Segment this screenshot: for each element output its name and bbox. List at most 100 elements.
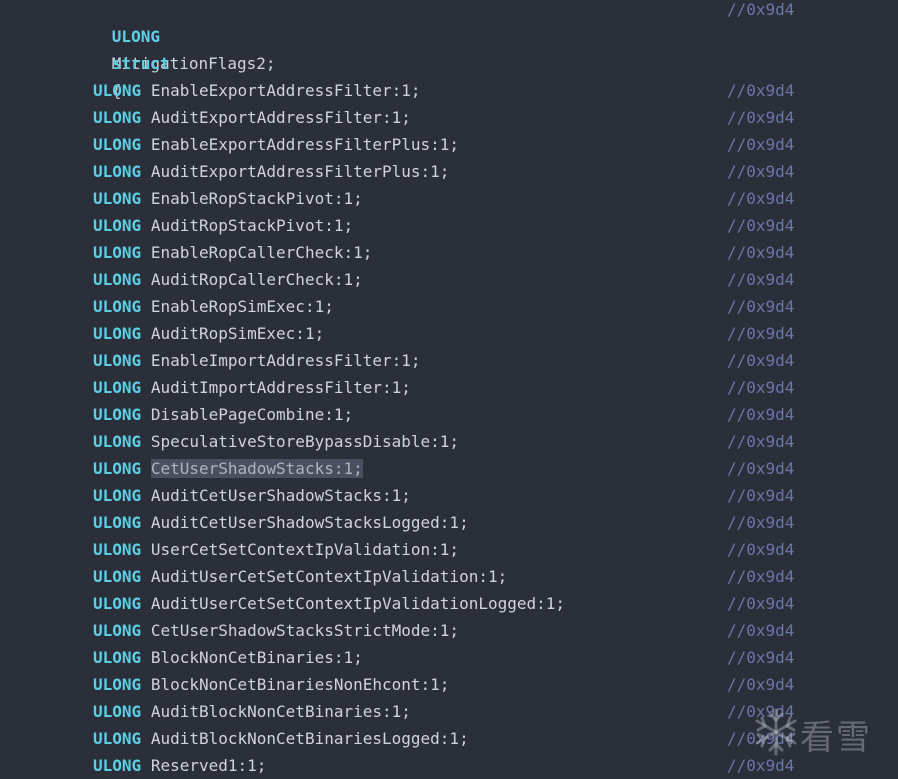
code-line-struct[interactable]: struct <box>0 23 898 73</box>
field-declaration: AuditRopStackPivot:1; <box>150 216 354 235</box>
field-declaration: Reserved1:1; <box>150 756 267 775</box>
code-line-field[interactable]: ULONG EnableExportAddressFilter:1; //0x9d… <box>0 77 898 104</box>
type-keyword: ULONG <box>93 459 142 478</box>
code-line-field[interactable]: ULONG AuditRopCallerCheck:1; //0x9d4 <box>0 266 898 293</box>
field-declaration: AuditUserCetSetContextIpValidation:1; <box>150 567 508 586</box>
field-declaration: CetUserShadowStacksStrictMode:1; <box>150 621 460 640</box>
type-keyword: ULONG <box>93 378 142 397</box>
field-declaration: AuditBlockNonCetBinariesLogged:1; <box>150 729 469 748</box>
field-declaration: EnableExportAddressFilter:1; <box>150 81 421 100</box>
type-keyword: ULONG <box>93 297 142 316</box>
offset-comment: //0x9d4 <box>727 432 795 451</box>
field-declaration: EnableImportAddressFilter:1; <box>150 351 421 370</box>
code-line-field[interactable]: ULONG UserCetSetContextIpValidation:1; //… <box>0 536 898 563</box>
offset-comment: //0x9d4 <box>727 270 795 289</box>
code-line-field[interactable]: ULONG EnableExportAddressFilterPlus:1; //… <box>0 131 898 158</box>
type-keyword: ULONG <box>93 81 142 100</box>
code-line-field[interactable]: ULONG EnableRopStackPivot:1; //0x9d4 <box>0 185 898 212</box>
code-line-field[interactable]: ULONG EnableRopSimExec:1; //0x9d4 <box>0 293 898 320</box>
field-declaration: UserCetSetContextIpValidation:1; <box>150 540 460 559</box>
offset-comment: //0x9d4 <box>727 675 795 694</box>
type-keyword: ULONG <box>93 162 142 181</box>
code-line-field[interactable]: ULONG DisablePageCombine:1; //0x9d4 <box>0 401 898 428</box>
field-declaration: AuditImportAddressFilter:1; <box>150 378 411 397</box>
type-keyword: ULONG <box>93 243 142 262</box>
type-keyword: ULONG <box>93 432 142 451</box>
field-declaration: AuditUserCetSetContextIpValidationLogged… <box>150 594 566 613</box>
field-declaration: BlockNonCetBinaries:1; <box>150 648 363 667</box>
offset-comment: //0x9d4 <box>727 513 795 532</box>
type-keyword: ULONG <box>93 594 142 613</box>
offset-comment: //0x9d4 <box>727 486 795 505</box>
type-keyword: ULONG <box>93 189 142 208</box>
offset-comment: //0x9d4 <box>727 621 795 640</box>
type-keyword: ULONG <box>93 702 142 721</box>
offset-comment: //0x9d4 <box>727 540 795 559</box>
type-keyword: ULONG <box>93 270 142 289</box>
code-line-field[interactable]: ULONG AuditRopStackPivot:1; //0x9d4 <box>0 212 898 239</box>
type-keyword: ULONG <box>93 567 142 586</box>
offset-comment: //0x9d4 <box>727 459 795 478</box>
code-line-field[interactable]: ULONG AuditCetUserShadowStacks:1; //0x9d4 <box>0 482 898 509</box>
field-declaration: DisablePageCombine:1; <box>150 405 354 424</box>
offset-comment: //0x9d4 <box>727 648 795 667</box>
offset-comment: //0x9d4 <box>727 378 795 397</box>
type-keyword: ULONG <box>93 540 142 559</box>
type-keyword: ULONG <box>93 486 142 505</box>
field-declaration: EnableRopCallerCheck:1; <box>150 243 373 262</box>
code-line-field[interactable]: ULONG EnableImportAddressFilter:1; //0x9d… <box>0 347 898 374</box>
type-keyword: ULONG <box>93 756 142 775</box>
code-line-field[interactable]: ULONG AuditImportAddressFilter:1; //0x9d4 <box>0 374 898 401</box>
field-declaration: EnableExportAddressFilterPlus:1; <box>150 135 460 154</box>
field-declaration: AuditExportAddressFilter:1; <box>150 108 411 127</box>
offset-comment: //0x9d4 <box>727 189 795 208</box>
field-declaration: SpeculativeStoreBypassDisable:1; <box>150 432 460 451</box>
type-keyword: ULONG <box>93 513 142 532</box>
code-line-field[interactable]: ULONG AuditExportAddressFilterPlus:1; //0… <box>0 158 898 185</box>
code-line-field[interactable]: ULONG AuditUserCetSetContextIpValidation… <box>0 590 898 617</box>
type-keyword: ULONG <box>93 324 142 343</box>
offset-comment: //0x9d4 <box>727 297 795 316</box>
type-keyword: ULONG <box>93 135 142 154</box>
code-line-field[interactable]: ULONG Reserved1:1; //0x9d4 <box>0 752 898 779</box>
code-line-mitigation-flags2[interactable]: ULONG MitigationFlags2; //0x9d4 <box>0 0 898 73</box>
code-line-field[interactable]: ULONG EnableRopCallerCheck:1; //0x9d4 <box>0 239 898 266</box>
offset-comment: //0x9d4 <box>727 702 795 721</box>
type-keyword: ULONG <box>93 675 142 694</box>
field-declaration: BlockNonCetBinariesNonEhcont:1; <box>150 675 450 694</box>
type-keyword: ULONG <box>93 351 142 370</box>
code-line-field[interactable]: ULONG CetUserShadowStacks:1; //0x9d4 <box>0 455 898 482</box>
code-line-field[interactable]: ULONG AuditRopSimExec:1; //0x9d4 <box>0 320 898 347</box>
offset-comment: //0x9d4 <box>727 594 795 613</box>
field-declaration: AuditExportAddressFilterPlus:1; <box>150 162 450 181</box>
field-declaration: AuditRopCallerCheck:1; <box>150 270 363 289</box>
offset-comment: //0x9d4 <box>727 162 795 181</box>
code-editor[interactable]: ULONG MitigationFlags2; //0x9d4 struct {… <box>0 0 898 779</box>
type-keyword: ULONG <box>93 648 142 667</box>
offset-comment: //0x9d4 <box>727 243 795 262</box>
type-keyword: ULONG <box>93 621 142 640</box>
code-line-field[interactable]: ULONG AuditBlockNonCetBinaries:1; //0x9d4 <box>0 698 898 725</box>
field-declaration: AuditRopSimExec:1; <box>150 324 325 343</box>
selected-field-declaration: CetUserShadowStacks:1; <box>150 459 363 478</box>
field-declaration: AuditBlockNonCetBinaries:1; <box>150 702 411 721</box>
offset-comment: //0x9d4 <box>727 729 795 748</box>
offset-comment: //0x9d4 <box>727 405 795 424</box>
code-line-field[interactable]: ULONG AuditExportAddressFilter:1; //0x9d4 <box>0 104 898 131</box>
field-declaration: EnableRopSimExec:1; <box>150 297 334 316</box>
type-keyword: ULONG <box>93 108 142 127</box>
offset-comment: //0x9d4 <box>727 324 795 343</box>
offset-comment: //0x9d4 <box>727 756 795 775</box>
field-declaration: EnableRopStackPivot:1; <box>150 189 363 208</box>
code-line-field[interactable]: ULONG BlockNonCetBinariesNonEhcont:1; //0… <box>0 671 898 698</box>
offset-comment: //0x9d4 <box>727 135 795 154</box>
code-line-field[interactable]: ULONG SpeculativeStoreBypassDisable:1; //… <box>0 428 898 455</box>
offset-comment: //0x9d4 <box>727 216 795 235</box>
code-line-field[interactable]: ULONG AuditBlockNonCetBinariesLogged:1; /… <box>0 725 898 752</box>
code-line-field[interactable]: ULONG AuditUserCetSetContextIpValidation… <box>0 563 898 590</box>
code-line-field[interactable]: ULONG BlockNonCetBinaries:1; //0x9d4 <box>0 644 898 671</box>
code-line-field[interactable]: ULONG CetUserShadowStacksStrictMode:1; //… <box>0 617 898 644</box>
code-line-field[interactable]: ULONG AuditCetUserShadowStacksLogged:1; /… <box>0 509 898 536</box>
offset-comment: //0x9d4 <box>727 108 795 127</box>
code-line-open-brace[interactable]: { <box>0 50 898 100</box>
